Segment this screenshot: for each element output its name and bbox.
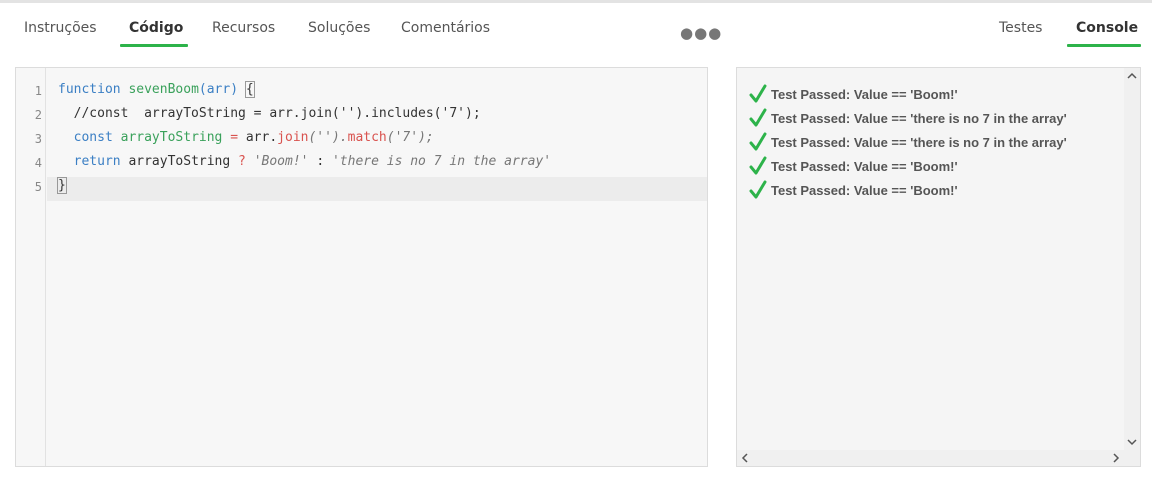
line-number: 4: [34, 156, 42, 170]
code-line-5: }: [57, 177, 67, 194]
operator: =: [230, 130, 239, 145]
scroll-right-icon[interactable]: [1112, 453, 1120, 463]
test-result: Test Passed: Value == 'there is no 7 in …: [749, 132, 1067, 152]
string: 'there is no 7 in the array': [331, 154, 552, 169]
test-result: Test Passed: Value == 'Boom!': [749, 180, 958, 200]
keyword: const: [73, 130, 113, 145]
tab-solucoes[interactable]: Soluções: [308, 20, 370, 36]
tab-codigo[interactable]: Código: [129, 20, 183, 36]
more-options-icon[interactable]: ●●●: [680, 24, 722, 42]
active-line-highlight: [47, 177, 707, 201]
line-number: 1: [34, 84, 42, 98]
scroll-up-icon[interactable]: [1127, 72, 1137, 80]
matched-brace: }: [57, 177, 67, 194]
code-line-2: //const arrayToString = arr.join('').inc…: [58, 106, 481, 121]
method: match: [347, 130, 387, 145]
line-number: 3: [34, 132, 42, 146]
scroll-left-icon[interactable]: [741, 453, 749, 463]
test-result: Test Passed: Value == 'Boom!': [749, 84, 958, 104]
test-result-text: Test Passed: Value == 'Boom!': [771, 182, 958, 198]
console-panel: Test Passed: Value == 'Boom!' Test Passe…: [736, 67, 1141, 467]
code-line-3: const arrayToString = arr.join('').match…: [58, 130, 434, 145]
operator: :: [316, 154, 325, 169]
line-number: 2: [34, 108, 42, 122]
args: ('').: [308, 130, 348, 145]
args: ('7');: [386, 130, 434, 145]
tab-recursos[interactable]: Recursos: [212, 20, 275, 36]
test-result: Test Passed: Value == 'Boom!': [749, 156, 958, 176]
object: arr.: [245, 130, 278, 145]
test-result-text: Test Passed: Value == 'there is no 7 in …: [771, 110, 1067, 126]
active-tab-indicator: [120, 44, 188, 47]
operator: ?: [238, 154, 246, 169]
check-icon: [749, 132, 767, 151]
vertical-scrollbar[interactable]: [1124, 68, 1140, 450]
method: join: [277, 130, 309, 145]
scroll-down-icon[interactable]: [1127, 438, 1137, 446]
comment-code: //const arrayToString = arr.join('').inc…: [73, 106, 481, 121]
test-result: Test Passed: Value == 'there is no 7 in …: [749, 108, 1067, 128]
tab-console[interactable]: Console: [1076, 20, 1138, 36]
check-icon: [749, 180, 767, 199]
active-right-tab-indicator: [1067, 44, 1141, 47]
tab-testes[interactable]: Testes: [999, 20, 1042, 36]
check-icon: [749, 84, 767, 103]
variable: arrayToString: [128, 154, 231, 169]
line-number-gutter: 1 2 3 4 5: [16, 68, 46, 466]
top-border: [0, 0, 1152, 3]
code-line-4: return arrayToString ? 'Boom!' : 'there …: [58, 154, 551, 169]
keyword: return: [73, 154, 121, 169]
test-result-text: Test Passed: Value == 'there is no 7 in …: [771, 134, 1067, 150]
matched-brace: {: [244, 81, 255, 98]
variable: arrayToString: [120, 130, 223, 145]
code-line-1: function sevenBoom(arr) {: [58, 81, 255, 98]
paren: (: [198, 82, 207, 97]
test-result-text: Test Passed: Value == 'Boom!': [771, 86, 958, 102]
function-name: sevenBoom: [128, 82, 199, 97]
string: 'Boom!': [253, 154, 309, 169]
line-number: 5: [34, 180, 42, 194]
horizontal-scrollbar[interactable]: [737, 450, 1140, 466]
tab-comentarios[interactable]: Comentários: [401, 20, 490, 36]
test-result-text: Test Passed: Value == 'Boom!': [771, 158, 958, 174]
check-icon: [749, 156, 767, 175]
paren: ): [230, 82, 239, 97]
keyword: function: [58, 82, 121, 97]
param: arr: [206, 82, 231, 97]
code-editor[interactable]: 1 2 3 4 5 function sevenBoom(arr) { //co…: [15, 67, 708, 467]
tab-instrucoes[interactable]: Instruções: [24, 20, 97, 36]
check-icon: [749, 108, 767, 127]
